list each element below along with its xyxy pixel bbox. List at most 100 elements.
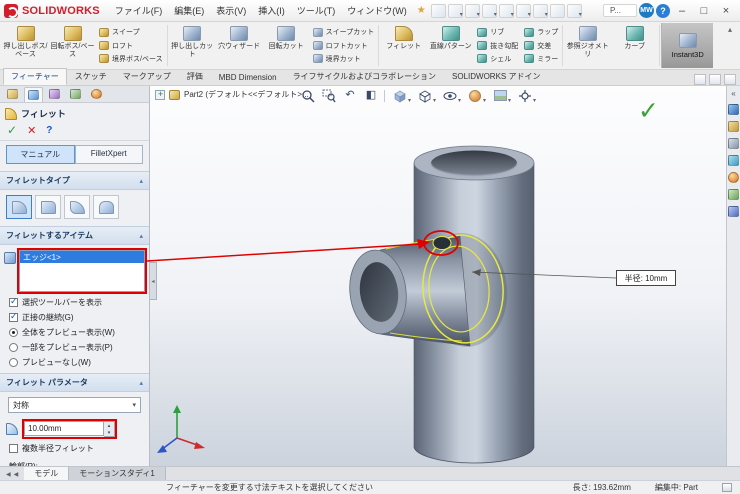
symmetric-dropdown[interactable]: 対称 — [8, 397, 141, 413]
panel-splitter[interactable] — [150, 262, 157, 300]
selected-edge-item[interactable]: エッジ<1> — [20, 251, 144, 263]
task-pane-collapse-icon[interactable] — [731, 89, 735, 98]
revolve-boss-button[interactable]: 回転ボス/ベース — [49, 23, 96, 68]
partial-preview-option[interactable]: 一部をプレビュー表示(P) — [0, 338, 149, 353]
full-preview-radio[interactable] — [9, 328, 18, 337]
ok-button[interactable]: ✓ — [7, 123, 17, 137]
scroll-left-icon[interactable] — [14, 469, 19, 478]
forum-icon[interactable] — [728, 206, 739, 217]
tab-mbd-dimension[interactable]: MBD Dimension — [211, 70, 285, 85]
tab-sketch[interactable]: スケッチ — [67, 68, 115, 85]
wrap-button[interactable]: ラップ — [522, 27, 560, 37]
custom-properties-icon[interactable] — [728, 189, 739, 200]
feature-tree-flyout-icon[interactable] — [155, 90, 165, 100]
options-icon[interactable] — [567, 4, 582, 18]
apply-scene-icon[interactable] — [490, 88, 510, 103]
filletxpert-mode-button[interactable]: FilletXpert — [75, 145, 144, 164]
new-document-icon[interactable] — [448, 4, 463, 18]
menu-tools[interactable]: ツール(T) — [292, 2, 341, 19]
radius-callout[interactable]: 半径: 10mm — [616, 270, 676, 286]
section-items-to-fillet[interactable]: フィレットするアイテム — [0, 226, 149, 245]
minimize-button[interactable]: – — [672, 3, 692, 19]
ribbon-collapse-icon[interactable] — [722, 23, 738, 36]
boundary-boss-button[interactable]: 境界ボス/ベース — [97, 54, 165, 64]
instant3d-toggle[interactable]: Instant3D — [661, 23, 713, 68]
graphics-area[interactable]: Part2 (デフォルト<<デフォルト>... ↶ ◧ — [150, 86, 726, 466]
search-input[interactable]: P... — [603, 4, 637, 17]
extrude-boss-button[interactable]: 押し出しボス/ベース — [2, 23, 49, 68]
curves-button[interactable]: カーブ — [611, 23, 658, 68]
confirm-corner-check-icon[interactable]: ✓ — [638, 96, 659, 126]
loft-cut-button[interactable]: ロフトカット — [311, 41, 377, 51]
reference-geometry-button[interactable]: 参照ジオメトリ — [564, 23, 611, 68]
print-icon[interactable] — [499, 4, 514, 18]
open-icon[interactable] — [465, 4, 480, 18]
scroll-first-icon[interactable] — [6, 469, 11, 478]
view-palette-icon[interactable] — [728, 155, 739, 166]
full-preview-option[interactable]: 全体をプレビュー表示(W) — [0, 323, 149, 338]
show-selection-toolbar-checkbox[interactable] — [9, 298, 18, 307]
section-fillet-parameters[interactable]: フィレット パラメータ — [0, 373, 149, 392]
tab-markup[interactable]: マークアップ — [115, 68, 179, 85]
face-fillet-button[interactable] — [64, 195, 90, 219]
manual-mode-button[interactable]: マニュアル — [6, 145, 75, 164]
feature-manager-tab[interactable] — [3, 87, 22, 102]
zoom-fit-icon[interactable] — [300, 88, 316, 103]
user-avatar[interactable]: MW — [639, 3, 654, 18]
section-view-icon[interactable]: ◧ — [363, 88, 379, 103]
favorites-icon[interactable]: ★ — [414, 5, 429, 16]
file-explorer-icon[interactable] — [728, 138, 739, 149]
shell-button[interactable]: シェル — [475, 54, 520, 64]
help-icon[interactable]: ? — [656, 4, 670, 18]
display-style-icon[interactable] — [415, 88, 435, 103]
menu-view[interactable]: 表示(V) — [211, 2, 251, 19]
multi-radius-checkbox[interactable] — [9, 444, 18, 453]
variable-radius-fillet-button[interactable] — [35, 195, 61, 219]
tab-lifecycle-collaboration[interactable]: ライフサイクルおよびコラボレーション — [285, 68, 444, 85]
pane-layout-icon-2[interactable] — [709, 74, 721, 85]
menu-edit[interactable]: 編集(E) — [169, 2, 209, 19]
display-manager-tab[interactable] — [87, 87, 106, 102]
sweep-cut-button[interactable]: スイープカット — [311, 27, 377, 37]
cancel-button[interactable]: ✕ — [27, 124, 36, 137]
view-orientation-icon[interactable] — [390, 88, 410, 103]
loft-button[interactable]: ロフト — [97, 41, 165, 51]
rebuild-icon[interactable] — [550, 4, 565, 18]
tab-solidworks-addins[interactable]: SOLIDWORKS アドイン — [444, 68, 548, 85]
pm-help-button[interactable]: ? — [46, 125, 52, 136]
linear-pattern-button[interactable]: 直線パターン — [427, 23, 474, 68]
mirror-button[interactable]: ミラー — [522, 54, 560, 64]
extrude-cut-button[interactable]: 押し出しカット — [169, 23, 216, 68]
tab-features[interactable]: フィーチャー — [3, 68, 67, 85]
edit-appearance-icon[interactable] — [465, 88, 485, 103]
configuration-manager-tab[interactable] — [45, 87, 64, 102]
save-icon[interactable] — [482, 4, 497, 18]
pane-layout-icon-1[interactable] — [694, 74, 706, 85]
tab-evaluate[interactable]: 評価 — [179, 68, 211, 85]
constant-radius-fillet-button[interactable] — [6, 195, 32, 219]
stepper-down-icon[interactable] — [104, 429, 114, 436]
dimxpert-manager-tab[interactable] — [66, 87, 85, 102]
draft-button[interactable]: 抜き勾配 — [475, 41, 520, 51]
resources-icon[interactable] — [728, 104, 739, 115]
selection-filter-icon[interactable] — [533, 4, 548, 18]
stepper-up-icon[interactable] — [104, 422, 114, 429]
pane-layout-icon-3[interactable] — [724, 74, 736, 85]
design-library-icon[interactable] — [728, 121, 739, 132]
zoom-area-icon[interactable] — [321, 88, 337, 103]
view-settings-icon[interactable] — [515, 88, 535, 103]
section-fillet-type[interactable]: フィレットタイプ — [0, 171, 149, 190]
items-to-fillet-listbox[interactable]: エッジ<1> — [19, 250, 145, 292]
property-manager-tab[interactable] — [24, 87, 43, 102]
fillet-button[interactable]: フィレット — [380, 23, 427, 68]
rib-button[interactable]: リブ — [475, 27, 520, 37]
no-preview-radio[interactable] — [9, 358, 18, 367]
menu-window[interactable]: ウィンドウ(W) — [342, 2, 412, 19]
menu-insert[interactable]: 挿入(I) — [253, 2, 290, 19]
model-tab[interactable]: モデル — [24, 467, 69, 480]
status-options-icon[interactable] — [722, 483, 732, 492]
boundary-cut-button[interactable]: 境界カット — [311, 54, 377, 64]
close-button[interactable]: × — [716, 3, 736, 19]
maximize-button[interactable]: □ — [694, 3, 714, 19]
hide-show-items-icon[interactable] — [440, 88, 460, 103]
